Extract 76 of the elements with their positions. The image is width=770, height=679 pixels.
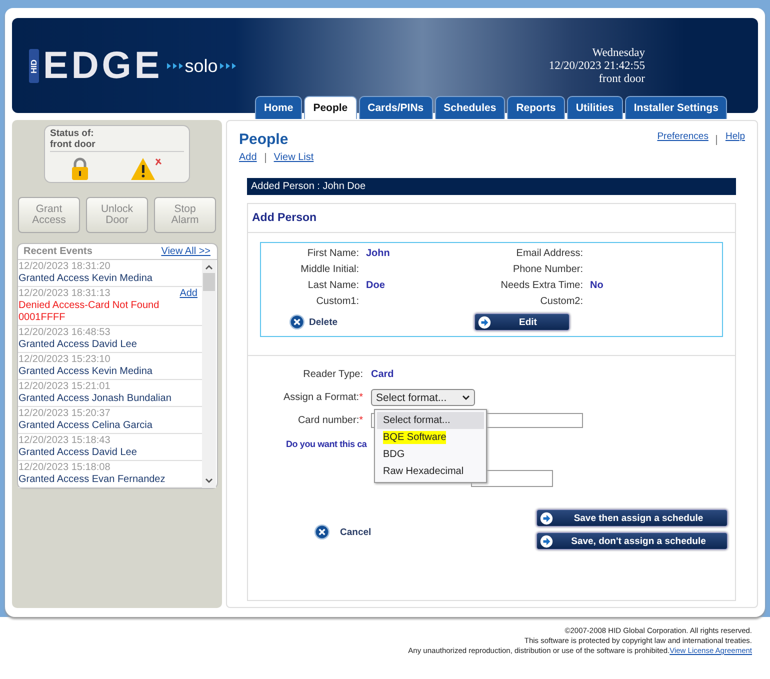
field-label: Phone Number: <box>512 264 583 275</box>
event-time: 12/20/2023 15:18:43 <box>18 435 110 447</box>
notice-bar: Added Person : John Doe <box>247 178 736 195</box>
field-label: Middle Initial: <box>300 264 359 275</box>
dropdown-option[interactable]: BDG <box>377 446 484 463</box>
nav-tab[interactable]: Utilities <box>566 96 623 119</box>
field-label: Reader Type: <box>302 369 364 380</box>
field-label: Needs Extra Time: <box>500 280 583 291</box>
field-label: Assign a Format:* <box>282 392 364 403</box>
date-time-location: Wednesday 12/20/2023 21:42:55 front door <box>548 46 645 86</box>
field-label: Custom1: <box>315 296 359 307</box>
field-value: Doe <box>366 280 386 291</box>
warning-icon <box>130 156 164 182</box>
page-title: People <box>239 131 288 148</box>
event-text: Granted Access Kevin Medina <box>18 273 154 285</box>
scroll-up-icon[interactable] <box>204 264 212 270</box>
page-link[interactable]: Add <box>239 152 257 163</box>
event-time: 12/20/2023 15:23:10 <box>18 354 110 366</box>
page-link[interactable]: View List <box>274 152 314 163</box>
panel-title: Recent Events <box>24 246 92 257</box>
save-button[interactable]: Save, don't assign a schedule <box>536 532 728 550</box>
arrow-right-icon <box>540 534 553 548</box>
chevron-down-icon <box>462 394 470 400</box>
event-text: Granted Access Kevin Medina <box>18 366 154 378</box>
cancel-button[interactable]: Cancel <box>314 524 372 540</box>
section-title: Add Person <box>248 204 735 233</box>
event-text: Granted Access Jonash Bundalian <box>18 393 172 405</box>
header-link[interactable]: Help <box>725 131 745 148</box>
close-icon <box>314 524 330 540</box>
event-text: Granted Access Evan Fernandez <box>18 474 166 486</box>
event-text: Granted Access Celina Garcia <box>18 420 154 432</box>
view-all-link[interactable]: View All >> <box>161 246 210 257</box>
delete-button[interactable]: Delete <box>289 314 338 330</box>
header-link[interactable]: Preferences <box>657 131 708 148</box>
field-value: John <box>366 248 391 259</box>
arrow-right-icon <box>478 316 491 328</box>
nav-tab[interactable]: Schedules <box>434 96 506 119</box>
scrollbar[interactable] <box>202 260 216 488</box>
dropdown-option[interactable]: BQE Software <box>377 429 484 446</box>
event-text: Denied Access-Card Not Found 0001FFFF <box>18 300 160 324</box>
field-label: First Name: <box>306 248 359 259</box>
field-value: No <box>590 280 604 291</box>
nav-tab[interactable]: Home <box>255 96 302 119</box>
scrollbar-thumb[interactable] <box>202 273 214 291</box>
event-time: 12/20/2023 16:48:53 <box>18 327 110 339</box>
format-select[interactable]: Select format... <box>371 389 475 406</box>
padlock-icon <box>70 157 88 181</box>
edit-button[interactable]: Edit <box>474 313 570 331</box>
dropdown-option[interactable]: Raw Hexadecimal <box>377 463 484 480</box>
field-label: Email Address: <box>515 248 583 259</box>
nav-tab[interactable]: People <box>304 96 357 119</box>
field-value: Card <box>371 369 394 380</box>
scroll-down-icon[interactable] <box>204 478 212 484</box>
status-title: Status of: front door <box>50 128 184 152</box>
field-label: Custom2: <box>539 296 583 307</box>
event-time: 12/20/2023 18:31:13 <box>18 288 110 300</box>
chevrons-icon <box>220 63 236 69</box>
logo: HID EDGE solo <box>29 47 236 85</box>
field-label: Card number:* <box>296 415 364 426</box>
save-button[interactable]: Save then assign a schedule <box>536 509 728 527</box>
nav-tab[interactable]: Reports <box>507 96 565 119</box>
dropdown-option[interactable]: Select format... <box>377 412 484 429</box>
add-link[interactable]: Add <box>180 288 198 300</box>
arrow-right-icon <box>540 512 553 524</box>
event-time: 12/20/2023 15:21:01 <box>18 381 110 393</box>
nav-tab[interactable]: Installer Settings <box>624 96 728 119</box>
chevrons-icon <box>166 63 183 69</box>
event-text: Granted Access David Lee <box>18 339 138 351</box>
event-text: Granted Access David Lee <box>18 447 138 459</box>
event-time: 12/20/2023 15:18:08 <box>18 462 110 474</box>
event-time: 12/20/2023 15:20:37 <box>18 408 110 420</box>
close-icon <box>289 314 305 330</box>
event-time: 12/20/2023 18:31:20 <box>18 261 110 273</box>
field-label: Last Name: <box>306 280 359 291</box>
nav-tab[interactable]: Cards/PINs <box>358 96 433 119</box>
question-text: Do you want this ca <box>286 439 367 449</box>
